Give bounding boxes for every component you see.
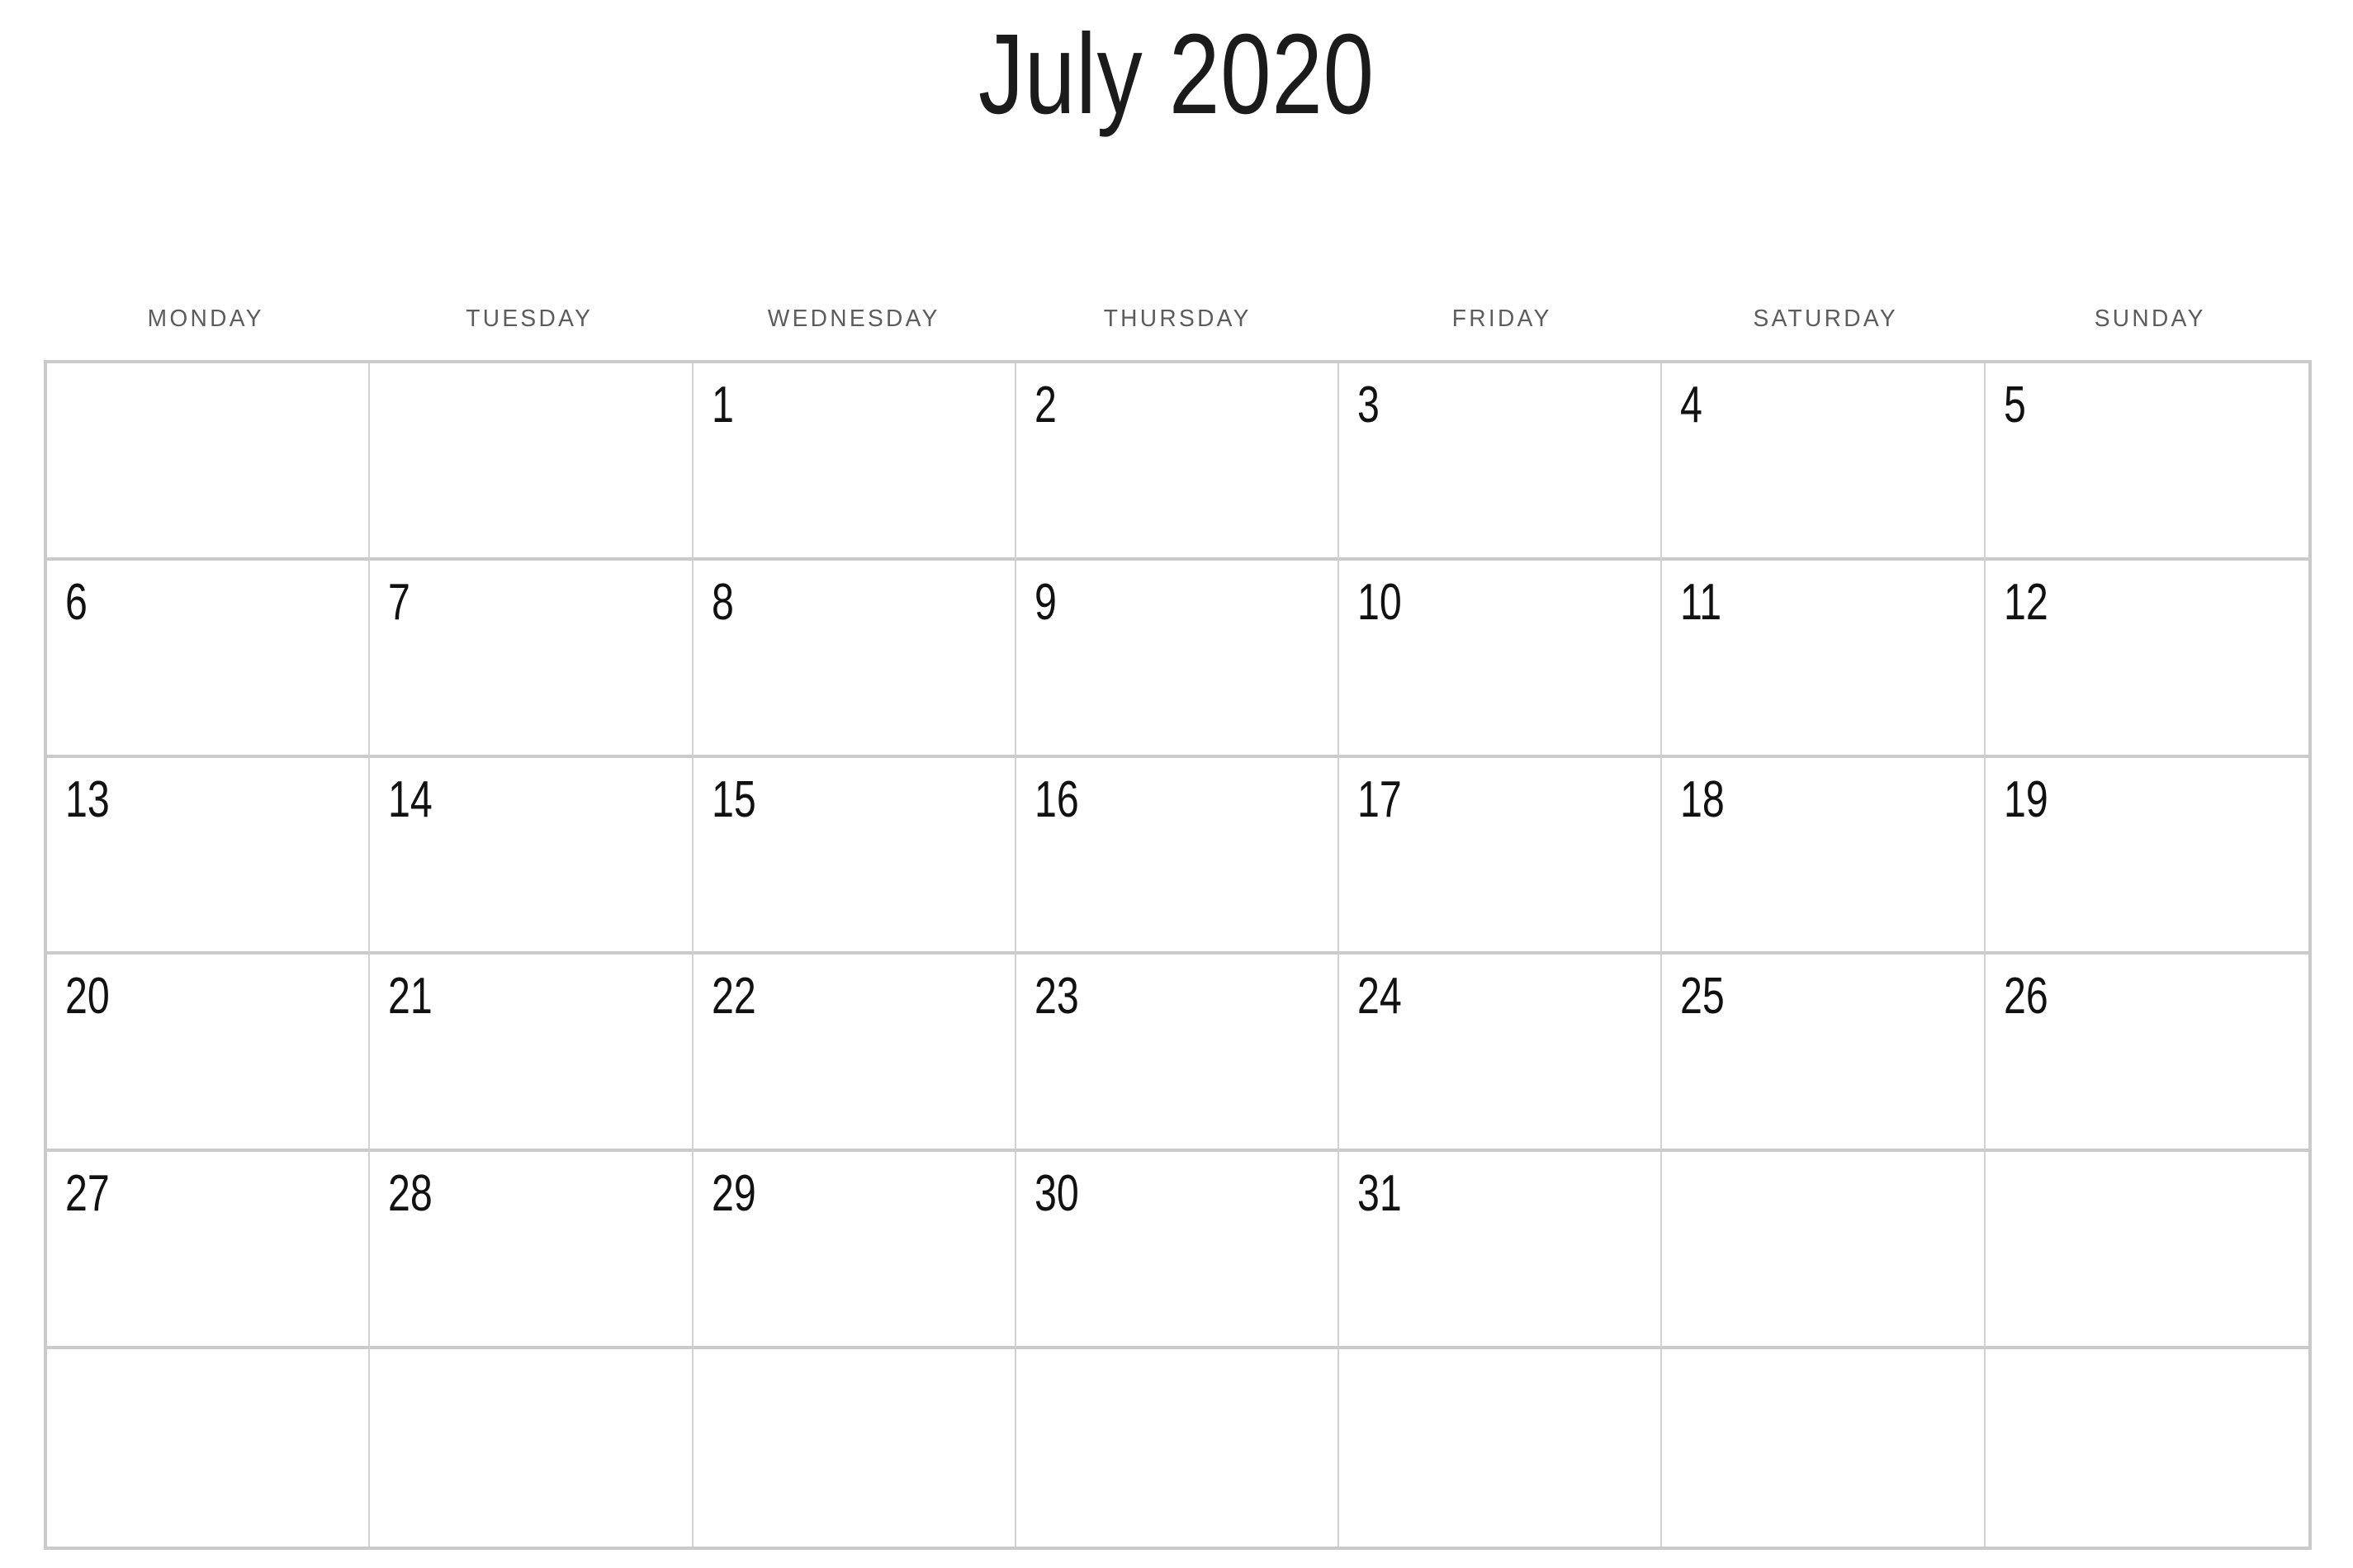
day-number: 20 [65, 968, 110, 1026]
day-cell[interactable]: 7 [370, 560, 694, 758]
day-number: 7 [388, 573, 411, 631]
day-cell[interactable]: 15 [693, 757, 1016, 955]
day-cell[interactable]: 22 [693, 955, 1016, 1153]
day-number: 14 [388, 770, 433, 828]
day-cell[interactable]: 19 [1985, 757, 2308, 955]
day-cell[interactable] [1662, 1152, 1986, 1350]
day-cell[interactable]: 4 [1662, 363, 1986, 561]
day-cell[interactable]: 9 [1016, 560, 1340, 758]
day-number: 23 [1034, 968, 1079, 1026]
day-cell[interactable]: 29 [693, 1152, 1016, 1350]
day-number: 17 [1357, 770, 1402, 828]
day-cell[interactable]: 8 [693, 560, 1016, 758]
day-cell[interactable]: 3 [1339, 363, 1663, 561]
day-number: 5 [2003, 377, 2026, 433]
day-cell[interactable]: 11 [1662, 560, 1986, 758]
day-number: 2 [1034, 377, 1057, 433]
day-number: 27 [65, 1165, 110, 1223]
day-cell[interactable] [693, 1349, 1016, 1547]
day-number: 24 [1357, 968, 1402, 1026]
day-number: 28 [388, 1165, 433, 1223]
day-cell[interactable]: 31 [1339, 1152, 1663, 1350]
day-cell[interactable]: 27 [47, 1152, 371, 1350]
day-cell[interactable] [1339, 1349, 1663, 1547]
month-year-title: July 2020 [978, 11, 1375, 138]
weekday-label: WEDNESDAY [767, 305, 940, 332]
day-number: 4 [1680, 377, 1703, 433]
day-cell[interactable]: 30 [1016, 1152, 1340, 1350]
day-number: 26 [2003, 968, 2048, 1026]
weekday-header-sunday: SUNDAY [1992, 293, 2307, 344]
day-cell[interactable]: 20 [47, 955, 371, 1153]
calendar-title-bar: July 2020 [0, 15, 2353, 135]
day-number: 11 [1680, 573, 1722, 631]
weekday-header-friday: FRIDAY [1345, 293, 1659, 344]
day-cell[interactable]: 28 [370, 1152, 694, 1350]
day-number: 25 [1680, 968, 1726, 1026]
weekday-header-wednesday: WEDNESDAY [697, 293, 1011, 344]
weekday-label: TUESDAY [466, 305, 594, 332]
day-cell[interactable]: 23 [1016, 955, 1340, 1153]
day-cell[interactable] [1985, 1349, 2308, 1547]
weekday-label: MONDAY [147, 305, 264, 332]
day-cell[interactable] [1016, 1349, 1340, 1547]
day-number: 6 [65, 573, 88, 631]
weekday-label: FRIDAY [1451, 305, 1552, 332]
calendar-day-grid: 1 2 3 4 5 6 7 8 9 10 11 12 13 14 15 16 1… [44, 360, 2312, 1550]
day-cell[interactable] [1662, 1349, 1986, 1547]
calendar-page: July 2020 MONDAY TUESDAY WEDNESDAY THURS… [0, 0, 2353, 1568]
weekday-header-saturday: SATURDAY [1669, 293, 1983, 344]
day-number: 19 [2003, 770, 2048, 828]
day-number: 3 [1357, 377, 1380, 433]
day-cell[interactable]: 21 [370, 955, 694, 1153]
day-cell[interactable]: 12 [1985, 560, 2308, 758]
day-number: 30 [1034, 1165, 1079, 1223]
day-number: 21 [388, 968, 433, 1026]
day-cell[interactable] [47, 1349, 371, 1547]
weekday-header-row: MONDAY TUESDAY WEDNESDAY THURSDAY FRIDAY… [44, 293, 2312, 344]
day-number: 31 [1357, 1165, 1402, 1223]
day-number: 12 [2003, 573, 2048, 631]
weekday-header-monday: MONDAY [49, 293, 363, 344]
day-cell[interactable]: 5 [1985, 363, 2308, 561]
day-cell[interactable]: 18 [1662, 757, 1986, 955]
day-cell[interactable] [370, 363, 694, 561]
day-number: 8 [711, 573, 734, 631]
day-cell[interactable]: 6 [47, 560, 371, 758]
weekday-label: THURSDAY [1103, 305, 1252, 332]
day-number: 9 [1034, 573, 1057, 631]
day-cell[interactable]: 14 [370, 757, 694, 955]
day-cell[interactable]: 1 [693, 363, 1016, 561]
day-cell[interactable]: 25 [1662, 955, 1986, 1153]
day-cell[interactable] [1985, 1152, 2308, 1350]
day-cell[interactable]: 2 [1016, 363, 1340, 561]
day-number: 18 [1680, 770, 1726, 828]
day-number: 15 [711, 770, 756, 828]
day-number: 1 [711, 377, 734, 433]
day-number: 22 [711, 968, 756, 1026]
weekday-header-thursday: THURSDAY [1020, 293, 1335, 344]
day-number: 29 [711, 1165, 756, 1223]
day-cell[interactable]: 13 [47, 757, 371, 955]
day-cell[interactable]: 17 [1339, 757, 1663, 955]
day-number: 10 [1357, 573, 1402, 631]
day-cell[interactable]: 16 [1016, 757, 1340, 955]
weekday-label: SATURDAY [1753, 305, 1899, 332]
day-number: 13 [65, 770, 110, 828]
weekday-header-tuesday: TUESDAY [372, 293, 687, 344]
day-cell[interactable]: 26 [1985, 955, 2308, 1153]
day-cell[interactable]: 10 [1339, 560, 1663, 758]
day-cell[interactable] [370, 1349, 694, 1547]
weekday-label: SUNDAY [2094, 305, 2206, 332]
day-cell[interactable] [47, 363, 371, 561]
day-number: 16 [1034, 770, 1079, 828]
day-cell[interactable]: 24 [1339, 955, 1663, 1153]
